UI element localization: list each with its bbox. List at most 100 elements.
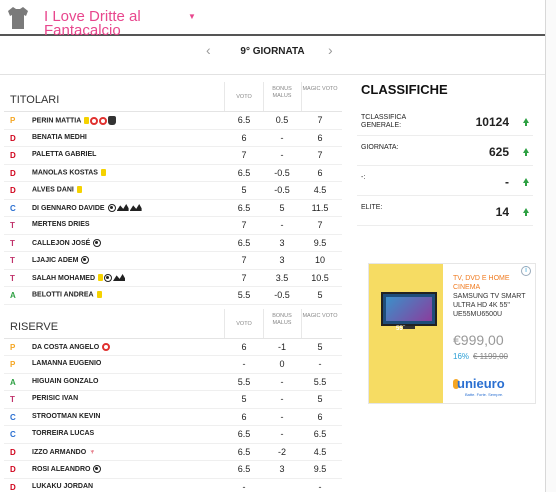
ranking-value: 10124	[475, 115, 509, 129]
player-row[interactable]: C STROOTMAN KEVIN 6 - 6	[4, 409, 342, 426]
player-name[interactable]: HIGUAIN GONZALO	[32, 378, 99, 385]
bonus-value: 3.5	[275, 272, 289, 283]
magic-value: -	[318, 359, 322, 369]
player-row[interactable]: C DI GENNARO DAVIDE 6.5 5 11.5	[4, 200, 342, 217]
player-name[interactable]: DI GENNARO DAVIDE	[32, 204, 105, 211]
ranking-value: 625	[488, 145, 509, 159]
magic-value: 4.5	[313, 446, 327, 457]
player-name[interactable]: ROSI ALEANDRO	[32, 466, 90, 473]
team-dropdown-icon[interactable]: ▼	[188, 12, 196, 21]
ranking-row[interactable]: GIORNATA: 625	[357, 136, 533, 166]
player-row[interactable]: P DA COSTA ANGELO 6 -1 5	[4, 339, 342, 356]
goal-icon	[107, 203, 116, 212]
player-row[interactable]: D IZZO ARMANDO ♆ 6.5 -2 4.5	[4, 444, 342, 461]
player-name-cell: HIGUAIN GONZALO	[32, 378, 99, 385]
magic-column-header: MAGIC VOTO	[302, 312, 338, 319]
player-row[interactable]: D ROSI ALEANDRO 6.5 3 9.5	[4, 461, 342, 479]
player-event-icons	[98, 273, 126, 282]
player-name[interactable]: SALAH MOHAMED	[32, 274, 95, 281]
player-row[interactable]: D LUKAKU JORDAN - -	[4, 479, 342, 492]
magic-value: 7	[317, 220, 323, 230]
ranking-value: -	[505, 175, 509, 189]
player-name[interactable]: LUKAKU JORDAN	[32, 483, 93, 490]
player-row[interactable]: A BELOTTI ANDREA 5.5 -0.5 5	[4, 287, 342, 305]
lineup-table: TITOLARI VOTO BONUS MALUS MAGIC VOTO P PE…	[4, 82, 342, 492]
player-row[interactable]: T MERTENS DRIES 7 - 7	[4, 217, 342, 235]
player-row[interactable]: T LJAJIC ADEM 7 3 10	[4, 252, 342, 270]
ranking-row[interactable]: ELITE: 14	[357, 196, 533, 226]
round-label: 9° GIORNATA	[240, 46, 305, 57]
divider	[0, 74, 545, 75]
player-name[interactable]: DA COSTA ANGELO	[32, 343, 99, 350]
player-role: A	[10, 377, 16, 387]
player-name[interactable]: BENATIA MEDHI	[32, 134, 87, 141]
player-row[interactable]: P PERIN MATTIA 6.5 0.5 7	[4, 112, 342, 130]
player-event-icons: ♆	[89, 446, 96, 456]
vote-value: 6.5	[237, 464, 251, 474]
vote-value: 6.5	[237, 429, 251, 439]
next-round-icon[interactable]: ›	[328, 42, 333, 58]
player-name-cell: IZZO ARMANDO ♆	[32, 446, 96, 456]
player-role: T	[10, 238, 15, 248]
player-name[interactable]: MANOLAS KOSTAS	[32, 169, 98, 176]
vote-value: 7	[241, 255, 247, 265]
yellow-card-icon	[96, 291, 102, 298]
player-row[interactable]: T SALAH MOHAMED 7 3.5 10.5	[4, 270, 342, 287]
player-name-cell: DI GENNARO DAVIDE	[32, 203, 143, 212]
player-role: C	[10, 412, 16, 422]
yellow-card-icon	[76, 186, 82, 193]
ranking-row[interactable]: -: -	[357, 166, 533, 196]
player-name[interactable]: TORREIRA LUCAS	[32, 430, 94, 437]
tv-stand	[403, 326, 415, 329]
vote-value: 5	[241, 394, 247, 404]
player-name-cell: DA COSTA ANGELO	[32, 342, 111, 351]
player-row[interactable]: P LAMANNA EUGENIO - 0 -	[4, 356, 342, 374]
player-row[interactable]: T CALLEJON JOSÉ 6.5 3 9.5	[4, 235, 342, 252]
player-name[interactable]: LJAJIC ADEM	[32, 257, 78, 264]
player-name[interactable]: MERTENS DRIES	[32, 221, 90, 228]
player-row[interactable]: D BENATIA MEDHI 6 - 6	[4, 130, 342, 147]
ranking-label: GIORNATA:	[361, 144, 399, 151]
trophy-icon: ♆	[89, 446, 96, 456]
ad-brand: unieuro	[457, 376, 505, 391]
player-name[interactable]: ALVES DANI	[32, 187, 74, 194]
bonus-value: -	[280, 394, 284, 404]
advertisement[interactable]: 55" i TV, DVD E HOME CINEMA SAMSUNG TV S…	[368, 263, 536, 404]
player-row[interactable]: C TORREIRA LUCAS 6.5 - 6.5	[4, 426, 342, 444]
player-name[interactable]: PALETTA GABRIEL	[32, 151, 96, 158]
bonus-value: 0.5	[275, 115, 289, 125]
player-name[interactable]: BELOTTI ANDREA	[32, 292, 94, 299]
player-name-cell: PERIN MATTIA	[32, 116, 117, 125]
prev-round-icon[interactable]: ‹	[206, 42, 211, 58]
player-name[interactable]: PERISIC IVAN	[32, 395, 78, 402]
player-name[interactable]: PERIN MATTIA	[32, 117, 81, 124]
ranking-row[interactable]: TCLASSIFICA GENERALE: 10124	[357, 106, 533, 136]
player-row[interactable]: A HIGUAIN GONZALO 5.5 - 5.5	[4, 374, 342, 391]
player-row[interactable]: T PERISIC IVAN 5 - 5	[4, 391, 342, 409]
player-name[interactable]: CALLEJON JOSÉ	[32, 239, 90, 246]
player-name[interactable]: STROOTMAN KEVIN	[32, 413, 100, 420]
team-name[interactable]: I Love Dritte al Fantacalcio	[44, 9, 194, 38]
bonus-value: 5	[279, 202, 285, 213]
vote-value: 5.5	[237, 290, 251, 300]
player-row[interactable]: D PALETTA GABRIEL 7 - 7	[4, 147, 342, 165]
player-name-cell: MANOLAS KOSTAS	[32, 168, 107, 176]
magic-value: 5	[317, 341, 323, 352]
bonus-value: -	[280, 429, 284, 439]
magic-value: 6.5	[313, 429, 327, 439]
player-name[interactable]: IZZO ARMANDO	[32, 448, 86, 455]
player-row[interactable]: D MANOLAS KOSTAS 6.5 -0.5 6	[4, 165, 342, 182]
player-role: D	[10, 151, 16, 160]
player-role: D	[10, 168, 16, 178]
yellow-card-icon	[100, 168, 106, 176]
player-role: P	[10, 116, 16, 125]
player-name[interactable]: LAMANNA EUGENIO	[32, 360, 101, 367]
player-row[interactable]: D ALVES DANI 5 -0.5 4.5	[4, 182, 342, 200]
page-scroll-edge	[545, 0, 556, 492]
player-role: C	[10, 430, 16, 439]
player-event-icons	[107, 203, 143, 212]
rankings-list: TCLASSIFICA GENERALE: 10124 GIORNATA: 625 -:…	[357, 106, 533, 226]
player-event-icons	[93, 465, 102, 473]
ranking-value: 14	[495, 205, 509, 219]
player-event-icons	[93, 238, 102, 247]
